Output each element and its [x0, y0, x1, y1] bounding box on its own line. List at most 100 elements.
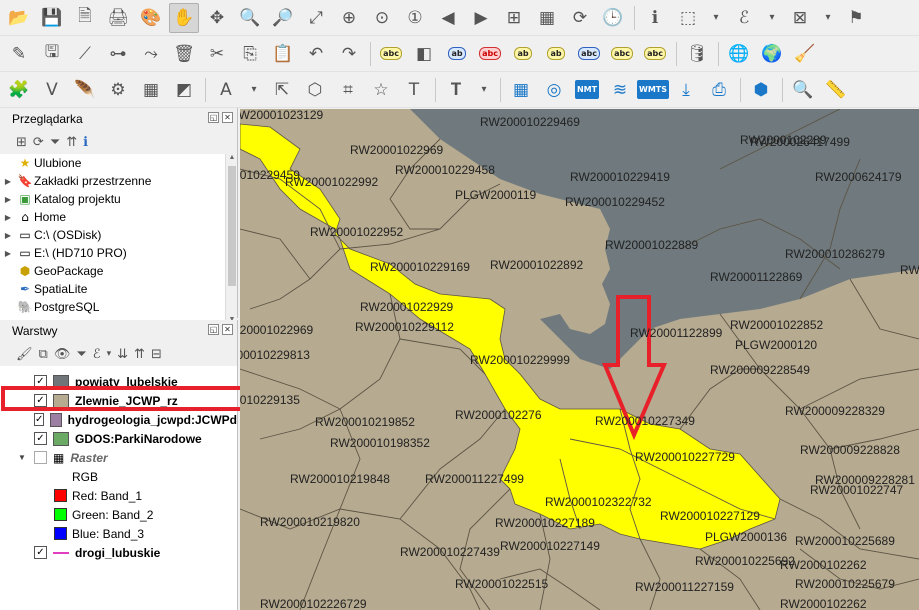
browser-item-drive-e[interactable]: ▶ ▭ E:\ (HD710 PRO) — [0, 244, 237, 262]
plugin-icon[interactable]: 🧹 — [790, 39, 820, 69]
expand-arrow-icon[interactable]: ▶ — [0, 213, 16, 222]
style-manager-icon[interactable]: 🎨 — [136, 3, 166, 33]
chevron-down-icon[interactable]: ▾ — [818, 3, 838, 33]
refresh-icon[interactable]: ⟳ — [33, 135, 44, 150]
label-move-icon[interactable]: ab — [541, 39, 571, 69]
redo-icon[interactable]: ↷ — [334, 39, 364, 69]
label-highlight-icon[interactable]: ab — [442, 39, 472, 69]
label-change-icon[interactable]: abc — [607, 39, 637, 69]
zoom-next-icon[interactable]: ▶ — [466, 3, 496, 33]
select-arrow-icon[interactable]: ⇱ — [267, 75, 297, 105]
add-selected-icon[interactable]: ⊞ — [16, 135, 27, 150]
style-layer-icon[interactable]: 🖌 — [16, 347, 33, 362]
label-pin-all-icon[interactable]: abc — [640, 39, 670, 69]
print-icon[interactable]: ⎙ — [704, 75, 734, 105]
zoom-last-icon[interactable]: ◀ — [433, 3, 463, 33]
browser-item-postgresql[interactable]: 🐘 PostgreSQL — [0, 298, 237, 316]
layer-item-raster[interactable]: ▼ ▦ Raster — [0, 448, 237, 467]
cut-features-icon[interactable]: ✂ — [202, 39, 232, 69]
text-label-icon[interactable]: A — [211, 75, 241, 105]
chevron-down-icon[interactable]: ▾ — [244, 75, 264, 105]
pan-to-selection-icon[interactable]: ✥ — [202, 3, 232, 33]
new-bookmark-icon[interactable]: ⊞ — [499, 3, 529, 33]
vertex-tool-icon[interactable]: ⊶ — [103, 39, 133, 69]
save-edits-icon[interactable]: 🖫 — [37, 39, 67, 69]
zoom-out-icon[interactable]: 🔎 — [268, 3, 298, 33]
browser-item-spatialite[interactable]: ✒ SpatiaLite — [0, 280, 237, 298]
pan-icon[interactable]: ✋ — [169, 2, 199, 33]
circle-icon[interactable]: ◎ — [539, 75, 569, 105]
zoom-to-selection-icon[interactable]: ⊕ — [334, 3, 364, 33]
processing-icon[interactable]: ⚙ — [103, 75, 133, 105]
filter-icon[interactable]: ⏷ — [50, 135, 60, 150]
label-icon[interactable]: abc — [376, 39, 406, 69]
expand-arrow-icon[interactable]: ▶ — [0, 231, 16, 240]
star-icon[interactable]: ☆ — [366, 75, 396, 105]
browser-scrollbar[interactable]: ▲ ▼ — [225, 154, 237, 326]
digitize-icon[interactable]: ⟋ — [70, 39, 100, 69]
save-icon[interactable]: 💾 — [37, 3, 67, 33]
label-show-icon[interactable]: ab — [508, 39, 538, 69]
close-panel-icon[interactable]: ✕ — [222, 112, 233, 123]
filter-expression-icon[interactable]: ℰ — [93, 347, 101, 362]
vertex-editor-icon[interactable]: V — [37, 75, 67, 105]
field-calculator-icon[interactable]: ℰ — [729, 3, 759, 33]
grid-icon[interactable]: ▦ — [136, 75, 166, 105]
layout-icon[interactable]: ▦ — [506, 75, 536, 105]
zoom-full-icon[interactable]: ⤢ — [301, 3, 331, 33]
layer-visibility-checkbox[interactable] — [34, 451, 47, 464]
text-annotation-icon[interactable]: 𝐓 — [441, 75, 471, 105]
text-tool-icon[interactable]: T — [399, 75, 429, 105]
wmts-icon[interactable]: WMTS — [637, 75, 670, 105]
layer-visibility-checkbox[interactable]: ✓ — [34, 546, 47, 559]
browser-item-bookmarks[interactable]: ▶ 🔖 Zakładki przestrzenne — [0, 172, 237, 190]
label-red-icon[interactable]: abc — [475, 39, 505, 69]
browser-item-geopackage[interactable]: ⬢ GeoPackage — [0, 262, 237, 280]
zoom-to-layer-icon[interactable]: ⊙ — [367, 3, 397, 33]
browser-item-home[interactable]: ▶ ⌂ Home — [0, 208, 237, 226]
manage-visibility-icon[interactable]: 👁 — [54, 347, 71, 362]
database-icon[interactable]: 🛢 — [682, 39, 712, 69]
georeference-icon[interactable]: 🧩 — [4, 75, 34, 105]
split-icon[interactable]: ⌗ — [333, 75, 363, 105]
save-as-icon[interactable]: 🗎 — [70, 3, 100, 33]
download-icon[interactable]: ⤓ — [671, 75, 701, 105]
collapse-all-icon[interactable]: ⇈ — [66, 135, 77, 150]
search-map-icon[interactable]: 🔍 — [788, 75, 818, 105]
open-folder-icon[interactable]: 📂 — [4, 3, 34, 33]
collapse-arrow-icon[interactable]: ▼ — [18, 453, 26, 462]
info-icon[interactable]: ℹ — [83, 135, 88, 150]
label-pin-icon[interactable]: ◧ — [409, 39, 439, 69]
close-panel-icon[interactable]: ✕ — [222, 324, 233, 335]
node-tool-icon[interactable]: ⤳ — [136, 39, 166, 69]
map-canvas[interactable]: RW20001023129RW200010229469RW2000102289R… — [240, 109, 919, 610]
add-group-icon[interactable]: ⧉ — [39, 347, 48, 362]
float-panel-icon[interactable]: ◱ — [208, 112, 219, 123]
show-bookmarks-icon[interactable]: ▦ — [532, 3, 562, 33]
select-features-icon[interactable]: ⬚ — [673, 3, 703, 33]
temporal-icon[interactable]: 🕒 — [598, 3, 628, 33]
paste-features-icon[interactable]: 📋 — [268, 39, 298, 69]
print-layout-icon[interactable]: 🖨 — [103, 3, 133, 33]
zoom-in-icon[interactable]: 🔍 — [235, 3, 265, 33]
layers-stack-icon[interactable]: ≋ — [605, 75, 635, 105]
deselect-icon[interactable]: ⊠ — [785, 3, 815, 33]
collapse-all-icon[interactable]: ⇈ — [134, 347, 145, 362]
delete-selected-icon[interactable]: 🗑 — [169, 39, 199, 69]
remove-layer-icon[interactable]: ⊟ — [151, 347, 162, 362]
scroll-up-icon[interactable]: ▲ — [226, 154, 237, 164]
expand-arrow-icon[interactable]: ▶ — [0, 177, 16, 186]
nmt-icon[interactable]: NMT — [572, 75, 602, 105]
undo-icon[interactable]: ↶ — [301, 39, 331, 69]
copy-features-icon[interactable]: ⎘ — [235, 39, 265, 69]
chevron-down-icon[interactable]: ▾ — [107, 349, 112, 359]
browser-item-drive-c[interactable]: ▶ ▭ C:\ (OSDisk) — [0, 226, 237, 244]
wms-icon[interactable]: 🌐 — [724, 39, 754, 69]
wfs-icon[interactable]: 🌍 — [757, 39, 787, 69]
chevron-down-icon[interactable]: ▾ — [762, 3, 782, 33]
layer-item-hydrogeologia[interactable]: ✓ hydrogeologia_jcwpd:JCWPd — [0, 410, 237, 429]
label-rotate-icon[interactable]: abc — [574, 39, 604, 69]
chevron-down-icon[interactable]: ▾ — [474, 75, 494, 105]
float-panel-icon[interactable]: ◱ — [208, 324, 219, 335]
polygon-edit-icon[interactable]: ⬡ — [300, 75, 330, 105]
